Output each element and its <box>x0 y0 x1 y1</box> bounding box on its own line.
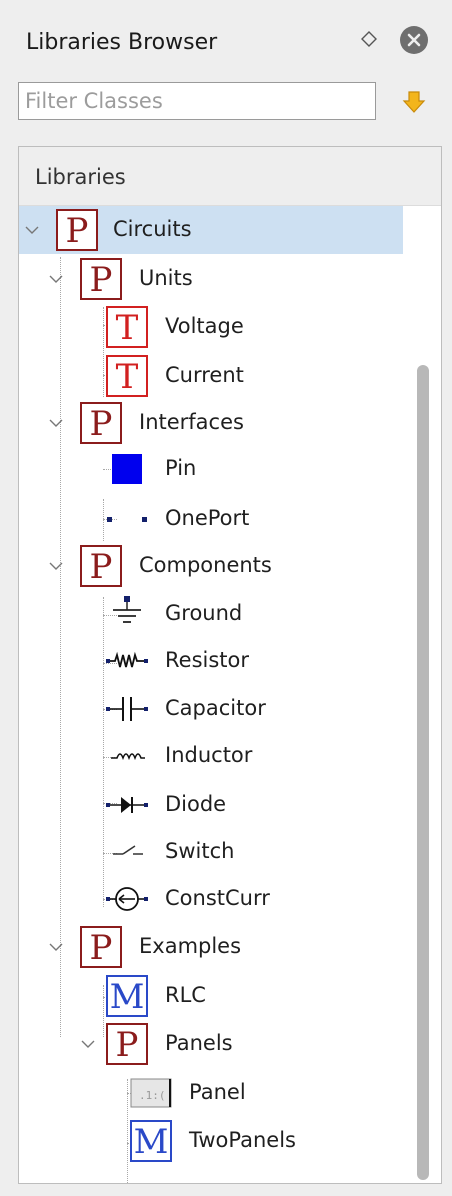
tree-item-label: RLC <box>165 983 206 1007</box>
float-button[interactable] <box>358 28 380 50</box>
tree-item-label: ConstCurr <box>165 886 270 910</box>
tree-item-units[interactable]: P Units <box>19 255 403 303</box>
package-icon: P <box>79 544 123 588</box>
tree-item-label: Diode <box>165 792 227 816</box>
libraries-tree[interactable]: Libraries P Circuits P Units T Voltage T… <box>18 146 442 1184</box>
tree-item-circuits[interactable]: P Circuits <box>19 206 403 254</box>
tree-item-label: Switch <box>165 839 235 863</box>
tree-item-constcurr[interactable]: ConstCurr <box>19 875 403 923</box>
tree-item-pin[interactable]: Pin <box>19 445 403 493</box>
tree-header: Libraries <box>19 147 441 206</box>
package-icon: P <box>79 925 123 969</box>
tree-item-panel[interactable]: .1:( Panel <box>19 1069 403 1117</box>
panel-title: Libraries Browser <box>26 30 218 55</box>
tree-item-voltage[interactable]: T Voltage <box>19 303 403 351</box>
filter-classes-input[interactable] <box>18 82 376 120</box>
pin-icon <box>105 447 149 491</box>
tree-item-twopanels[interactable]: M TwoPanels <box>19 1117 403 1165</box>
close-icon <box>407 33 421 47</box>
tree-item-resistor[interactable]: Resistor <box>19 637 403 685</box>
tree-item-label: Ground <box>165 601 243 625</box>
close-button[interactable] <box>400 26 428 54</box>
tree-item-label: OnePort <box>165 506 250 530</box>
type-icon: T <box>105 354 149 398</box>
model-icon: M <box>129 1119 173 1163</box>
tree-header-label: Libraries <box>35 165 126 189</box>
tree-item-label: Components <box>139 553 272 577</box>
tree-item-label: Circuits <box>113 217 192 241</box>
package-icon: P <box>79 401 123 445</box>
tree-item-oneport[interactable]: OnePort <box>19 495 403 543</box>
tree-item-current[interactable]: T Current <box>19 352 403 400</box>
tree-item-label: Units <box>139 266 193 290</box>
package-icon: P <box>55 208 99 252</box>
tree-item-label: Current <box>165 363 244 387</box>
expand-chevron-icon[interactable] <box>79 1035 97 1053</box>
svg-text:.1:(: .1:( <box>139 1089 166 1102</box>
tree-item-components[interactable]: P Components <box>19 542 403 590</box>
tree-item-capacitor[interactable]: Capacitor <box>19 685 403 733</box>
tree-item-label: Panel <box>189 1080 246 1104</box>
tree-item-rlc[interactable]: M RLC <box>19 972 403 1020</box>
ground-icon <box>105 592 149 636</box>
tree-item-label: TwoPanels <box>189 1128 296 1152</box>
diode-icon <box>105 783 149 827</box>
current-source-icon <box>105 877 149 921</box>
filter-arrow-icon <box>402 91 426 113</box>
diamond-icon <box>361 31 377 47</box>
expand-chevron-icon[interactable] <box>47 557 65 575</box>
tree-item-ground[interactable]: Ground <box>19 590 403 638</box>
capacitor-icon <box>105 687 149 731</box>
scrollbar-thumb[interactable] <box>417 365 429 1180</box>
vertical-scrollbar[interactable] <box>403 205 441 1183</box>
expand-chevron-icon[interactable] <box>47 414 65 432</box>
tree-item-label: Resistor <box>165 648 249 672</box>
tree-item-label: Capacitor <box>165 696 266 720</box>
switch-icon <box>105 830 149 874</box>
tree-item-examples[interactable]: P Examples <box>19 923 403 971</box>
tree-item-label: Examples <box>139 934 242 958</box>
type-icon: T <box>105 305 149 349</box>
model-icon: M <box>105 974 149 1018</box>
tree-item-label: Pin <box>165 456 197 480</box>
expand-chevron-icon[interactable] <box>47 270 65 288</box>
expand-chevron-icon[interactable] <box>47 938 65 956</box>
oneport-icon <box>105 497 149 541</box>
panel-icon: .1:( <box>129 1071 173 1115</box>
tree-item-diode[interactable]: Diode <box>19 781 403 829</box>
resistor-icon <box>105 639 149 683</box>
tree-item-label: Voltage <box>165 314 244 338</box>
tree-item-switch[interactable]: Switch <box>19 828 403 876</box>
filter-options-button[interactable] <box>398 86 430 118</box>
tree-item-label: Inductor <box>165 743 253 767</box>
tree-item-inductor[interactable]: Inductor <box>19 732 403 780</box>
tree-item-label: Interfaces <box>139 410 244 434</box>
package-icon: P <box>105 1022 149 1066</box>
tree-item-label: Panels <box>165 1031 233 1055</box>
expand-chevron-icon[interactable] <box>23 221 41 239</box>
tree-item-panels[interactable]: P Panels <box>19 1020 403 1068</box>
package-icon: P <box>79 257 123 301</box>
tree-item-interfaces[interactable]: P Interfaces <box>19 399 403 447</box>
inductor-icon <box>105 734 149 778</box>
